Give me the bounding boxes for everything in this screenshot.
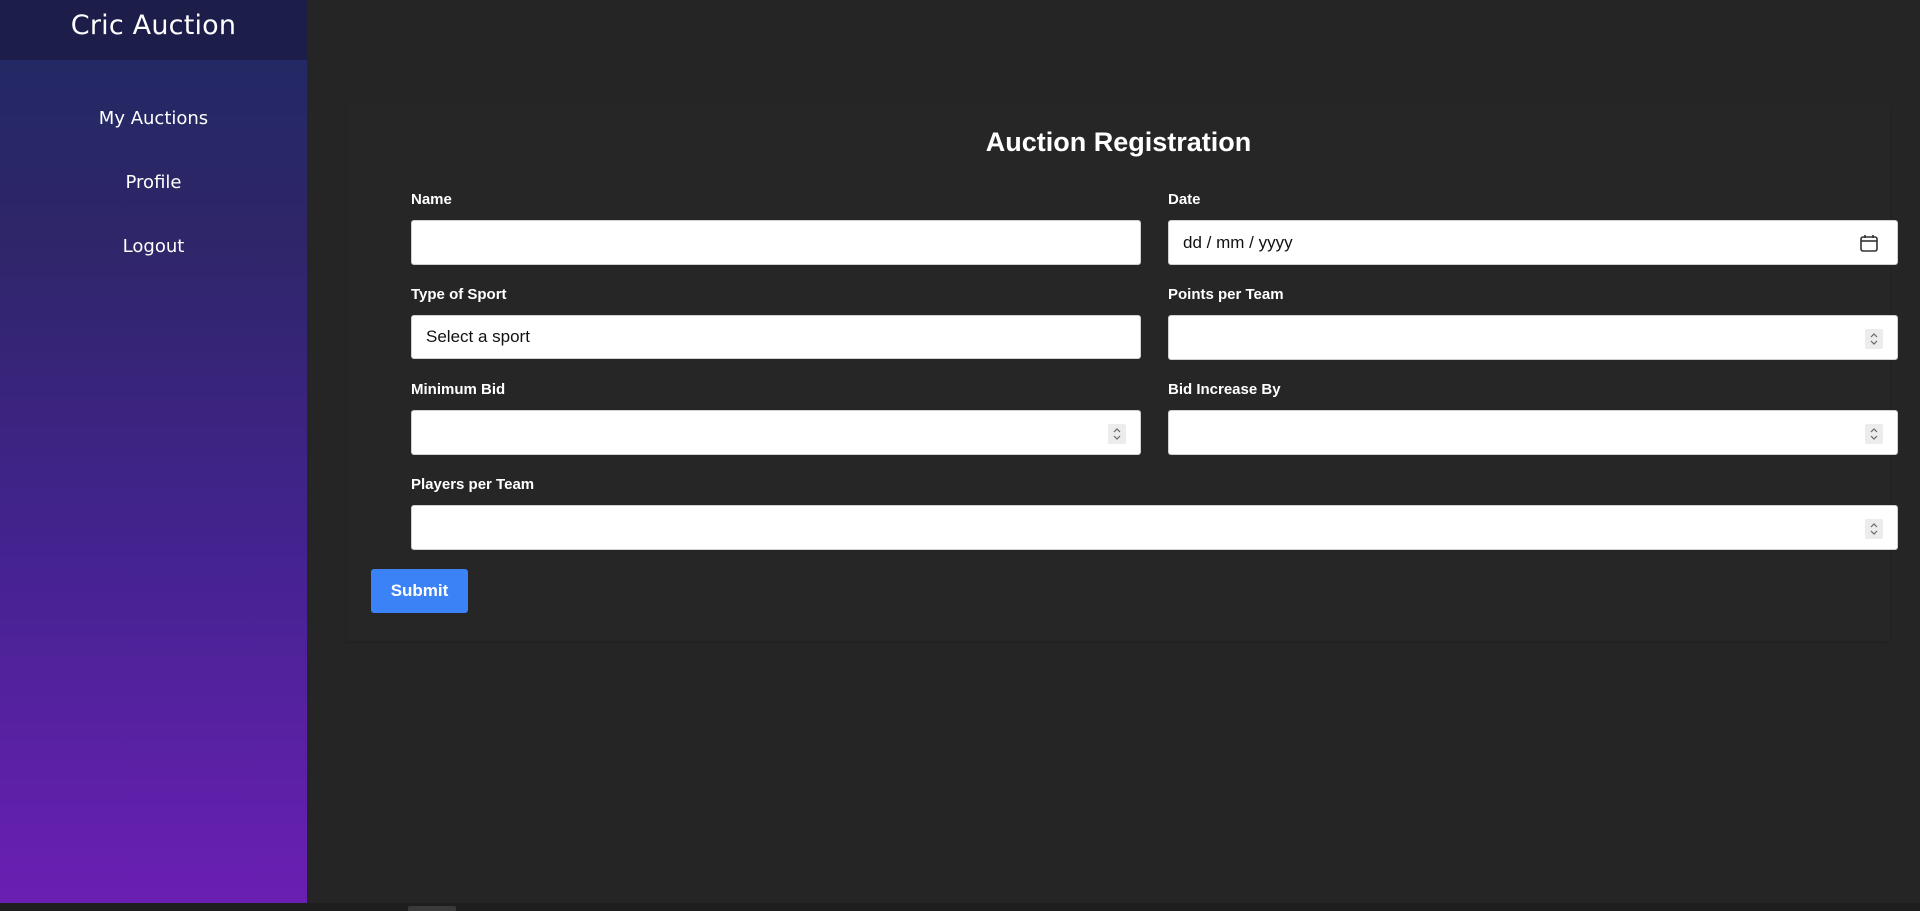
points-per-team-input[interactable] bbox=[1168, 315, 1898, 360]
auction-registration-form: Auction Registration Name Date dd / mm /… bbox=[347, 105, 1898, 641]
number-spinner-icon[interactable] bbox=[1865, 519, 1883, 539]
sidebar-item-profile[interactable]: Profile bbox=[0, 172, 307, 193]
sidebar-header: Cric Auction bbox=[0, 0, 307, 60]
bottom-bar bbox=[0, 903, 1920, 911]
minimum-bid-input[interactable] bbox=[411, 410, 1141, 455]
date-input[interactable]: dd / mm / yyyy bbox=[1168, 220, 1898, 265]
bid-increase-label: Bid Increase By bbox=[1168, 381, 1281, 398]
bid-increase-input[interactable] bbox=[1168, 410, 1898, 455]
number-spinner-icon[interactable] bbox=[1108, 424, 1126, 444]
app-title: Cric Auction bbox=[70, 9, 237, 41]
name-label: Name bbox=[411, 191, 452, 208]
date-label: Date bbox=[1168, 191, 1201, 208]
date-placeholder: dd / mm / yyyy bbox=[1183, 232, 1293, 252]
calendar-icon[interactable] bbox=[1859, 233, 1879, 258]
submit-button[interactable]: Submit bbox=[371, 569, 468, 613]
bottom-tab bbox=[408, 906, 456, 911]
sidebar: Cric Auction My Auctions Profile Logout bbox=[0, 0, 307, 903]
min-bid-label: Minimum Bid bbox=[411, 381, 506, 398]
name-input[interactable] bbox=[411, 220, 1141, 265]
form-title: Auction Registration bbox=[985, 127, 1252, 157]
players-per-team-input[interactable] bbox=[411, 505, 1898, 550]
main-content: Auction Registration Name Date dd / mm /… bbox=[307, 0, 1920, 903]
app-window: Cric Auction My Auctions Profile Logout … bbox=[0, 0, 1920, 911]
sidebar-item-logout[interactable]: Logout bbox=[0, 236, 307, 257]
sport-select-value: Select a sport bbox=[426, 327, 530, 346]
sport-label: Type of Sport bbox=[411, 286, 507, 303]
number-spinner-icon[interactable] bbox=[1865, 329, 1883, 349]
sport-select[interactable]: Select a sport bbox=[411, 315, 1141, 359]
number-spinner-icon[interactable] bbox=[1865, 424, 1883, 444]
sidebar-item-my-auctions[interactable]: My Auctions bbox=[0, 108, 307, 129]
points-label: Points per Team bbox=[1168, 286, 1284, 303]
players-label: Players per Team bbox=[411, 476, 535, 493]
